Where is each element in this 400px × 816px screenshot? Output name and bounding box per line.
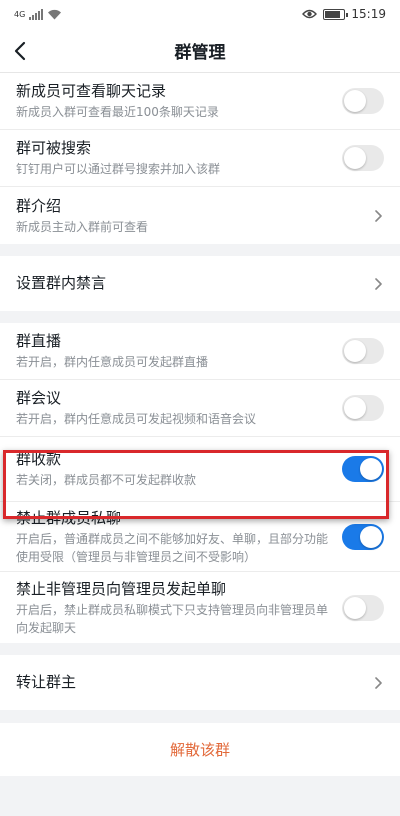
- row-title: 群直播: [16, 332, 62, 350]
- group-meeting-toggle[interactable]: [342, 395, 384, 421]
- row-title: 群会议: [16, 389, 62, 407]
- row-subtitle: 新成员主动入群前可查看: [16, 219, 149, 234]
- settings-group-disband: 解散该群: [0, 723, 400, 776]
- toggle-knob: [360, 458, 382, 480]
- row-subtitle: 新成员入群可查看最近100条聊天记录: [16, 105, 219, 119]
- back-arrow-icon: [14, 41, 26, 60]
- status-left: 4G: [14, 8, 62, 20]
- settings-group-chat: 新成员可查看聊天记录 新成员入群可查看最近100条聊天记录 群可被搜索 钉钉用户…: [0, 73, 400, 244]
- row-subtitle: 若关闭，群成员都不可发起群收款: [16, 473, 197, 487]
- row-mute-settings[interactable]: 设置群内禁言: [0, 256, 400, 311]
- new-member-history-toggle[interactable]: [342, 88, 384, 114]
- disable-private-chat-toggle[interactable]: [342, 523, 384, 550]
- status-bar: 4G 15:19: [0, 0, 400, 28]
- page-title: 群管理: [174, 42, 226, 63]
- row-title: 新成员可查看聊天记录: [16, 82, 167, 100]
- row-subtitle: 开启后，禁止群成员私聊模式下只支持管理员向非管理员单向发起聊天: [16, 602, 329, 635]
- row-title: 转让群主: [16, 673, 77, 691]
- status-right: 15:19: [302, 7, 386, 21]
- row-group-live: 群直播 若开启，群内任意成员可发起群直播: [0, 323, 400, 380]
- row-subtitle: 若开启，群内任意成员可发起视频和语音会议: [16, 412, 257, 426]
- toggle-knob: [360, 525, 382, 548]
- row-disable-chat-to-admin: 禁止非管理员向管理员发起单聊 开启后，禁止群成员私聊模式下只支持管理员向非管理员…: [0, 572, 400, 643]
- disband-label: 解散该群: [169, 741, 230, 759]
- row-disable-private-chat: 禁止群成员私聊 开启后，普通群成员之间不能够加好友、单聊，且部分功能使用受限（管…: [0, 502, 400, 572]
- row-subtitle: 开启后，普通群成员之间不能够加好友、单聊，且部分功能使用受限（管理员与非管理员之…: [16, 531, 329, 564]
- battery-icon: [323, 8, 349, 20]
- wifi-icon: [48, 9, 62, 19]
- toggle-knob: [344, 340, 366, 362]
- settings-group-transfer: 转让群主: [0, 655, 400, 710]
- chevron-right-icon: [375, 277, 382, 290]
- signal-icon: [29, 8, 44, 20]
- row-title: 禁止非管理员向管理员发起单聊: [16, 579, 227, 598]
- group-live-toggle[interactable]: [342, 338, 384, 364]
- chevron-right-icon: [375, 676, 382, 689]
- back-button[interactable]: [14, 28, 50, 73]
- toggle-knob: [344, 147, 366, 169]
- toggle-knob: [344, 90, 366, 112]
- toggle-knob: [344, 596, 366, 619]
- settings-group-mute: 设置群内禁言: [0, 256, 400, 311]
- chevron-right-icon: [375, 209, 382, 222]
- disband-group-button[interactable]: 解散该群: [0, 723, 400, 776]
- row-group-meeting: 群会议 若开启，群内任意成员可发起视频和语音会议: [0, 380, 400, 437]
- row-subtitle: 若开启，群内任意成员可发起群直播: [16, 355, 209, 369]
- nav-bar: 群管理: [0, 28, 400, 73]
- eye-icon: [302, 9, 318, 19]
- row-title: 群介绍: [16, 196, 62, 215]
- row-new-member-history: 新成员可查看聊天记录 新成员入群可查看最近100条聊天记录: [0, 73, 400, 130]
- row-title: 禁止群成员私聊: [16, 508, 122, 527]
- row-group-intro[interactable]: 群介绍 新成员主动入群前可查看: [0, 187, 400, 244]
- row-group-payment: 群收款 若关闭，群成员都不可发起群收款: [0, 437, 400, 502]
- row-title: 群收款: [16, 450, 62, 468]
- row-subtitle: 钉钉用户可以通过群号搜索并加入该群: [16, 162, 221, 176]
- group-searchable-toggle[interactable]: [342, 145, 384, 171]
- row-title: 设置群内禁言: [16, 274, 107, 292]
- row-group-searchable: 群可被搜索 钉钉用户可以通过群号搜索并加入该群: [0, 130, 400, 187]
- status-time: 15:19: [351, 7, 386, 21]
- toggle-knob: [344, 397, 366, 419]
- network-label: 4G: [14, 9, 26, 19]
- row-title: 群可被搜索: [16, 139, 92, 157]
- settings-list: 新成员可查看聊天记录 新成员入群可查看最近100条聊天记录 群可被搜索 钉钉用户…: [0, 73, 400, 776]
- disable-chat-to-admin-toggle[interactable]: [342, 594, 384, 621]
- settings-group-features: 群直播 若开启，群内任意成员可发起群直播 群会议 若开启，群内任意成员可发起视频…: [0, 323, 400, 643]
- row-transfer-owner[interactable]: 转让群主: [0, 655, 400, 710]
- group-payment-toggle[interactable]: [342, 456, 384, 482]
